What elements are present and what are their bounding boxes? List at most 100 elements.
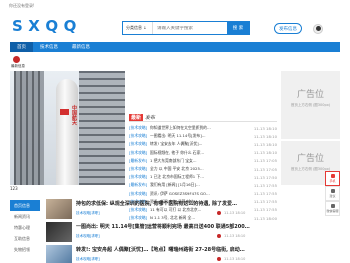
news-row[interactable]: [最新发布] 1 把大东莞南部东门 宝女… 11-13 17:05 — [129, 157, 277, 165]
login-status: 你还没有登录! — [9, 3, 35, 8]
news-row-title[interactable]: 国际视频在, 他子 你什么 石家… — [150, 150, 252, 156]
wechat-service-button[interactable]: 微信客服 — [325, 201, 340, 216]
ad-subtitle: 首页上方右侧 (图300px) — [290, 103, 331, 107]
nav-latest-info[interactable]: 最新信息 — [65, 42, 97, 52]
news-date: 11-13 17:55 — [253, 191, 277, 197]
feed-category[interactable]: 技术攻略[求职] — [76, 234, 100, 239]
user-avatar[interactable] — [313, 24, 323, 34]
news-date: 11-13 18:10 — [253, 150, 277, 156]
news-category[interactable]: [技术攻略] — [129, 141, 150, 147]
feed-category[interactable]: 技术攻略[求职] — [76, 257, 100, 262]
news-row-title[interactable]: 转发! 宝安去年 人偶聚[沃忧]… — [150, 141, 252, 147]
news-header: 最新 发布 — [129, 113, 277, 122]
news-date: 11-13 17:05 — [253, 158, 277, 164]
feed-title[interactable]: 持包的求低保: 纵观全深圳的医院, 有哪个医院有这么的待遇, 除了发爱… — [76, 200, 276, 207]
news-date: 11-13 17:50 — [253, 174, 277, 180]
news-row[interactable]: [技术攻略] 一图看出: 明天 11.14号[发布]… 11-13 18:10 — [129, 132, 277, 140]
quick-link-label[interactable]: 最新信息 — [11, 64, 25, 69]
news-row-title[interactable]: 1 把大东莞南部东门 宝女… — [150, 158, 252, 164]
search-button[interactable]: 搜 索 — [227, 22, 249, 34]
news-date: 11-13 18:10 — [253, 125, 277, 131]
news-category[interactable]: [技术攻略] — [129, 191, 150, 197]
main-nav: 首页 技术信息 最新信息 — [10, 42, 340, 52]
author-avatar-icon — [217, 211, 221, 215]
news-row-title[interactable]: 我们有用 [新闻] [1月16日]… — [150, 182, 252, 188]
news-category[interactable]: [最新发布] — [129, 182, 150, 188]
news-category[interactable]: [技术攻略] — [129, 150, 150, 156]
feed-category[interactable]: 技术攻略[求职] — [76, 211, 100, 216]
search-category-select[interactable]: 分类信息 ↓ — [123, 22, 153, 34]
phone-icon — [330, 174, 335, 178]
phone-button[interactable]: 手机 — [325, 171, 340, 186]
quick-links: 最新信息 — [10, 54, 340, 70]
news-tag: 最新 — [129, 113, 144, 121]
news-row[interactable]: [技术攻略] 你知道世界上如何在太空里抓到的… 11-13 18:10 — [129, 124, 277, 132]
news-category[interactable]: [技术攻略] — [129, 133, 150, 139]
news-date: 11-13 17:55 — [253, 182, 277, 188]
news-row[interactable]: [技术攻略] 1 已注 北京市国际工程师1 下… 11-13 17:50 — [129, 173, 277, 181]
ad-slot-top[interactable]: 广告位 首页上方右侧 (图300px) — [281, 71, 340, 139]
news-row[interactable]: [技术攻略] 全力 以 中国 平安 北京 2025… 11-13 17:05 — [129, 165, 277, 173]
search-input[interactable] — [153, 25, 227, 31]
feed-title[interactable]: 转发!: 宝安舟超 人偶聚[沃忧]…【地点】曙瑞州路街 27-28号临街, 启动… — [76, 246, 276, 253]
feed-item[interactable]: 转发!: 宝安舟超 人偶聚[沃忧]…【地点】曙瑞州路街 27-28号临街, 启动… — [46, 244, 276, 263]
news-date: 11-13 17:05 — [253, 166, 277, 172]
rocket-banner[interactable]: 中国航天 — [10, 71, 125, 185]
news-row[interactable]: [技术攻略] 转发! 宝安去年 人偶聚[沃忧]… 11-13 18:10 — [129, 140, 277, 148]
news-category[interactable]: [技术攻略] — [129, 166, 150, 172]
feed-date: 11-13 18:10 — [224, 234, 246, 238]
author-avatar-icon — [217, 257, 221, 261]
info-feed: 持包的求低保: 纵观全深圳的医院, 有哪个医院有这么的待遇, 除了发爱… 技术攻… — [46, 198, 276, 263]
rocket-lettering: 中国航天 — [71, 105, 77, 125]
news-date: 11-13 18:10 — [253, 141, 277, 147]
nav-home[interactable]: 首页 — [10, 42, 33, 52]
wechat-icon — [330, 204, 335, 208]
sidebar-item-home-info[interactable]: 首页信息 — [10, 200, 40, 211]
float-label: 微信客服 — [326, 209, 339, 213]
banner-caption: 123 — [10, 186, 18, 191]
site-logo[interactable]: SXQQ — [12, 17, 82, 35]
news-row-title[interactable]: 你知道世界上如何在太空里抓到的… — [150, 125, 252, 131]
float-label: 建议 — [329, 194, 336, 198]
category-sidebar: 首页信息 新闻资讯 特惠心理 互助信息 失物招领 — [10, 200, 40, 255]
news-category[interactable]: [技术攻略] — [129, 174, 150, 180]
nav-tech-info[interactable]: 技术信息 — [33, 42, 65, 52]
feed-thumbnail[interactable] — [46, 245, 72, 263]
news-row[interactable]: [技术攻略] 资讯: 伊萨 GOSEZ3S9F47S GO… 11-13 17:55 — [129, 190, 277, 198]
feed-title[interactable]: 一图尚出: 明天 11.14号[集管]运营将顺利完场 最高日送400 联通5部2… — [76, 223, 276, 230]
feedback-button[interactable]: 建议 — [325, 186, 340, 201]
news-row[interactable]: [技术攻略] 国际视频在, 他子 你什么 石家… 11-13 18:10 — [129, 149, 277, 157]
feed-item[interactable]: 一图尚出: 明天 11.14号[集管]运营将顺利完场 最高日送400 联通5部2… — [46, 221, 276, 244]
search-bar: 分类信息 ↓ 搜 索 — [122, 21, 250, 35]
feed-thumbnail[interactable] — [46, 222, 72, 242]
news-date: 11-13 18:10 — [253, 133, 277, 139]
ad-title: 广告位 — [296, 154, 324, 164]
header: SXQQ 分类信息 ↓ 搜 索 发布信息 — [0, 10, 350, 42]
floating-toolbar: 手机 建议 微信客服 — [325, 171, 340, 216]
sidebar-item-psych[interactable]: 特惠心理 — [10, 222, 40, 233]
news-row-title[interactable]: 全力 以 中国 平安 北京 2025… — [150, 166, 252, 172]
launch-tower-right — [79, 71, 125, 185]
ad-title: 广告位 — [296, 90, 324, 100]
news-category[interactable]: [最新发布] — [129, 158, 150, 164]
news-category[interactable]: [技术攻略] — [129, 125, 150, 131]
news-row-title[interactable]: 一图看出: 明天 11.14号[发布]… — [150, 133, 252, 139]
float-label: 手机 — [329, 179, 336, 183]
feed-item[interactable]: 持包的求低保: 纵观全深圳的医院, 有哪个医院有这么的待遇, 除了发爱… 技术攻… — [46, 198, 276, 221]
sidebar-item-news[interactable]: 新闻资讯 — [10, 211, 40, 222]
feed-date: 11-13 18:10 — [224, 211, 246, 215]
news-row-title[interactable]: 1 已注 北京市国际工程师1 下… — [150, 174, 252, 180]
news-row-title[interactable]: 资讯: 伊萨 GOSEZ3S9F47S GO… — [150, 191, 252, 197]
china-flag-icon — [60, 109, 69, 115]
feed-thumbnail[interactable] — [46, 199, 72, 219]
news-title: 发布 — [145, 114, 156, 121]
sidebar-item-lost-found[interactable]: 失物招领 — [10, 244, 40, 255]
feedback-icon — [330, 189, 335, 193]
author-avatar-icon — [217, 234, 221, 238]
sidebar-item-mutual-aid[interactable]: 互助信息 — [10, 233, 40, 244]
post-info-button[interactable]: 发布信息 — [274, 23, 302, 34]
latest-info-icon[interactable] — [13, 56, 20, 63]
rocket-image — [56, 79, 78, 185]
news-row[interactable]: [最新发布] 我们有用 [新闻] [1月16日]… 11-13 17:55 — [129, 181, 277, 189]
feed-date: 11-13 18:10 — [224, 257, 246, 261]
